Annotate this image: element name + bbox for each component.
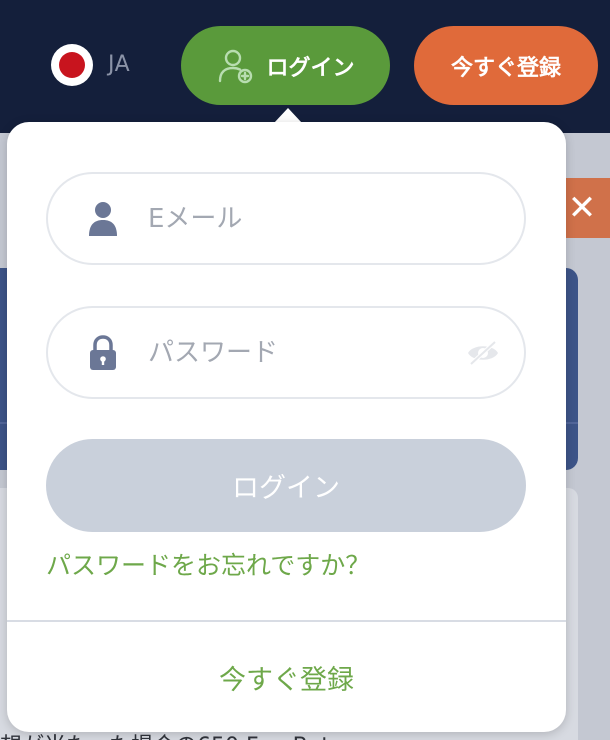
top-header: JA ログイン 今すぐ登録 [0,0,610,133]
email-input[interactable] [148,174,478,263]
eye-slash-icon[interactable] [466,340,500,366]
background-close-icon[interactable]: ✕ [560,178,610,238]
popover-divider [7,620,566,622]
register-link[interactable]: 今すぐ登録 [7,658,566,697]
login-submit-button[interactable]: ログイン [46,439,526,532]
forgot-password-link[interactable]: パスワードをお忘れですか？ [46,546,370,582]
header-register-button[interactable]: 今すぐ登録 [414,26,598,105]
header-login-label: ログイン [266,55,355,81]
language-flag-icon[interactable] [51,44,93,86]
lock-icon [90,335,116,370]
popover-arrow [274,108,302,123]
user-icon [89,202,117,236]
password-input[interactable] [148,308,478,397]
password-field[interactable] [46,306,526,399]
login-popover: ログイン パスワードをお忘れですか？ 今すぐ登録 [7,122,566,732]
japan-flag-circle [59,52,85,78]
user-plus-icon [219,49,253,83]
language-code[interactable]: JA [108,52,130,77]
header-register-label: 今すぐ登録 [450,55,561,81]
header-login-button[interactable]: ログイン [181,26,390,105]
email-field[interactable] [46,172,526,265]
